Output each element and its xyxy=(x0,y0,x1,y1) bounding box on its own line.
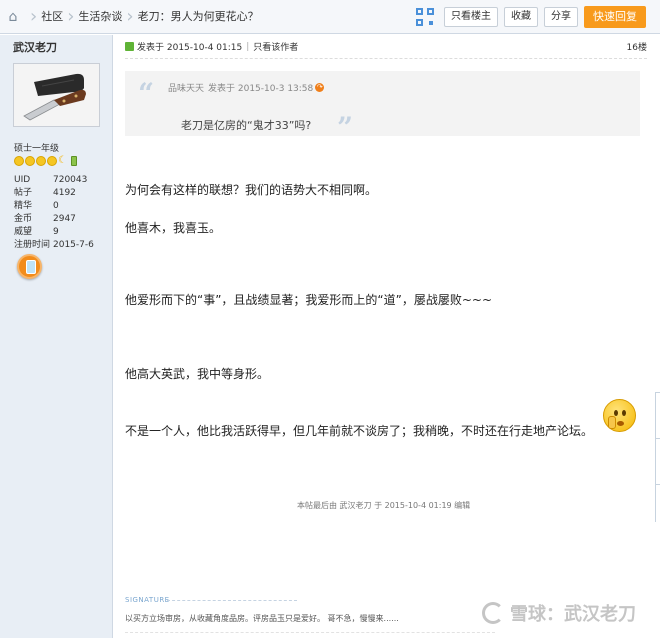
post-paragraph: 为何会有这样的联想？我们的语势大不相同啊。 xyxy=(125,183,378,197)
battery-icon xyxy=(71,156,77,166)
post-header: 发表于 2015-10-4 01:15 | 只看该作者 16楼 xyxy=(125,35,647,59)
sun-icon xyxy=(47,156,57,166)
breadcrumb-community[interactable]: 社区 xyxy=(41,0,63,34)
shush-emoji-icon xyxy=(603,399,636,432)
watermark: 雪球：武汉老刀 xyxy=(482,600,636,626)
chevron-right-icon: › xyxy=(30,6,38,27)
knife-image xyxy=(14,64,99,126)
stat-uid: UID 720043 xyxy=(14,175,88,185)
close-quote-icon: ” xyxy=(337,111,354,144)
chevron-right-icon: › xyxy=(67,6,75,27)
rank-stars: ☾ xyxy=(14,156,77,166)
open-quote-icon: “ xyxy=(138,77,155,110)
quote-author: 品味天天 xyxy=(168,84,205,94)
post-paragraph: 不是一个人，他比我活跃得早，但几年前就不谈房了；我稍晚，不时还在行走地产论坛。 xyxy=(125,424,594,438)
quote-time: 发表于 2015-10-3 13:58 xyxy=(208,84,314,94)
stat-gold: 金币 2947 xyxy=(14,214,76,224)
thread-actions: 只看楼主 收藏 分享 快速回复 xyxy=(416,0,660,34)
sun-icon xyxy=(14,156,24,166)
top-bar: ⌂ › 社区 › 生活杂谈 › 老刀：男人为何更花心？ 只看楼主 收藏 分享 快… xyxy=(0,0,660,34)
user-rank: 硕士一年级 xyxy=(14,144,60,154)
post-paragraph: 他高大英武，我中等身形。 xyxy=(125,367,270,381)
divider xyxy=(125,629,495,633)
share-button[interactable]: 分享 xyxy=(544,7,578,27)
home-icon[interactable]: ⌂ xyxy=(0,0,26,34)
user-stats: UID 720043 帖子 4192 精华 0 金币 2947 威望 9 注册时间 2015… xyxy=(14,174,94,252)
side-floating-tabs[interactable] xyxy=(655,392,660,522)
stat-digest: 精华 0 xyxy=(14,201,59,211)
online-status-icon xyxy=(125,42,134,51)
jump-to-post-icon[interactable]: ↷ xyxy=(315,83,325,92)
qr-code-icon[interactable] xyxy=(416,8,434,26)
post: 发表于 2015-10-4 01:15 | 只看该作者 16楼 “ 品味天天 发… xyxy=(113,35,660,638)
signature-label: SIGNATURE xyxy=(125,596,170,604)
edit-notice: 本帖最后由 武汉老刀 于 2015-10-4 01:19 编辑 xyxy=(297,501,471,510)
breadcrumb: ⌂ › 社区 › 生活杂谈 › 老刀：男人为何更花心？ xyxy=(0,0,259,34)
only-owner-button[interactable]: 只看楼主 xyxy=(444,7,498,27)
mobile-medal-icon[interactable] xyxy=(17,254,42,279)
quote-meta: 品味天天 发表于 2015-10-3 13:58 ↷ xyxy=(168,81,325,94)
stat-posts: 帖子 4192 xyxy=(14,188,76,198)
post-paragraph: 他喜木，我喜玉。 xyxy=(125,221,222,235)
sun-icon xyxy=(36,156,46,166)
avatar[interactable] xyxy=(13,63,100,127)
floor-number[interactable]: 16楼 xyxy=(627,40,647,53)
quick-reply-button[interactable]: 快速回复 xyxy=(584,6,646,28)
chevron-right-icon: › xyxy=(126,6,134,27)
sun-icon xyxy=(25,156,35,166)
moon-icon: ☾ xyxy=(58,155,67,166)
breadcrumb-thread-title: 老刀：男人为何更花心？ xyxy=(137,10,259,23)
only-author-link[interactable]: 只看该作者 xyxy=(253,40,298,53)
post-paragraph: 他爱形而下的“事”，且战绩显著；我爱形而上的“道”，屡战屡败~~~ xyxy=(125,293,493,307)
post-time: 发表于 2015-10-4 01:15 xyxy=(137,43,243,53)
snowball-logo-icon xyxy=(482,602,504,624)
signature-text: 以买方立场审房，从收藏角度品房。评房品玉只是爱好。 哥不急，慢慢来...... xyxy=(125,614,399,623)
stat-register-date: 注册时间 2015-7-6 xyxy=(14,240,94,250)
divider: | xyxy=(246,41,250,52)
quote-block: “ 品味天天 发表于 2015-10-3 13:58 ↷ 老刀是亿房的“鬼才33… xyxy=(125,71,640,144)
author-sidebar: 武汉老刀 硕士一年级 ☾ UID 720043 帖子 4192 精华 0 金币 2947… xyxy=(0,35,113,638)
quote-text: 老刀是亿房的“鬼才33”吗? xyxy=(181,119,312,132)
stat-prestige: 威望 9 xyxy=(14,227,59,237)
divider xyxy=(167,600,297,601)
breadcrumb-forum[interactable]: 生活杂谈 xyxy=(78,0,122,34)
author-name[interactable]: 武汉老刀 xyxy=(0,35,112,61)
favorite-button[interactable]: 收藏 xyxy=(504,7,538,27)
